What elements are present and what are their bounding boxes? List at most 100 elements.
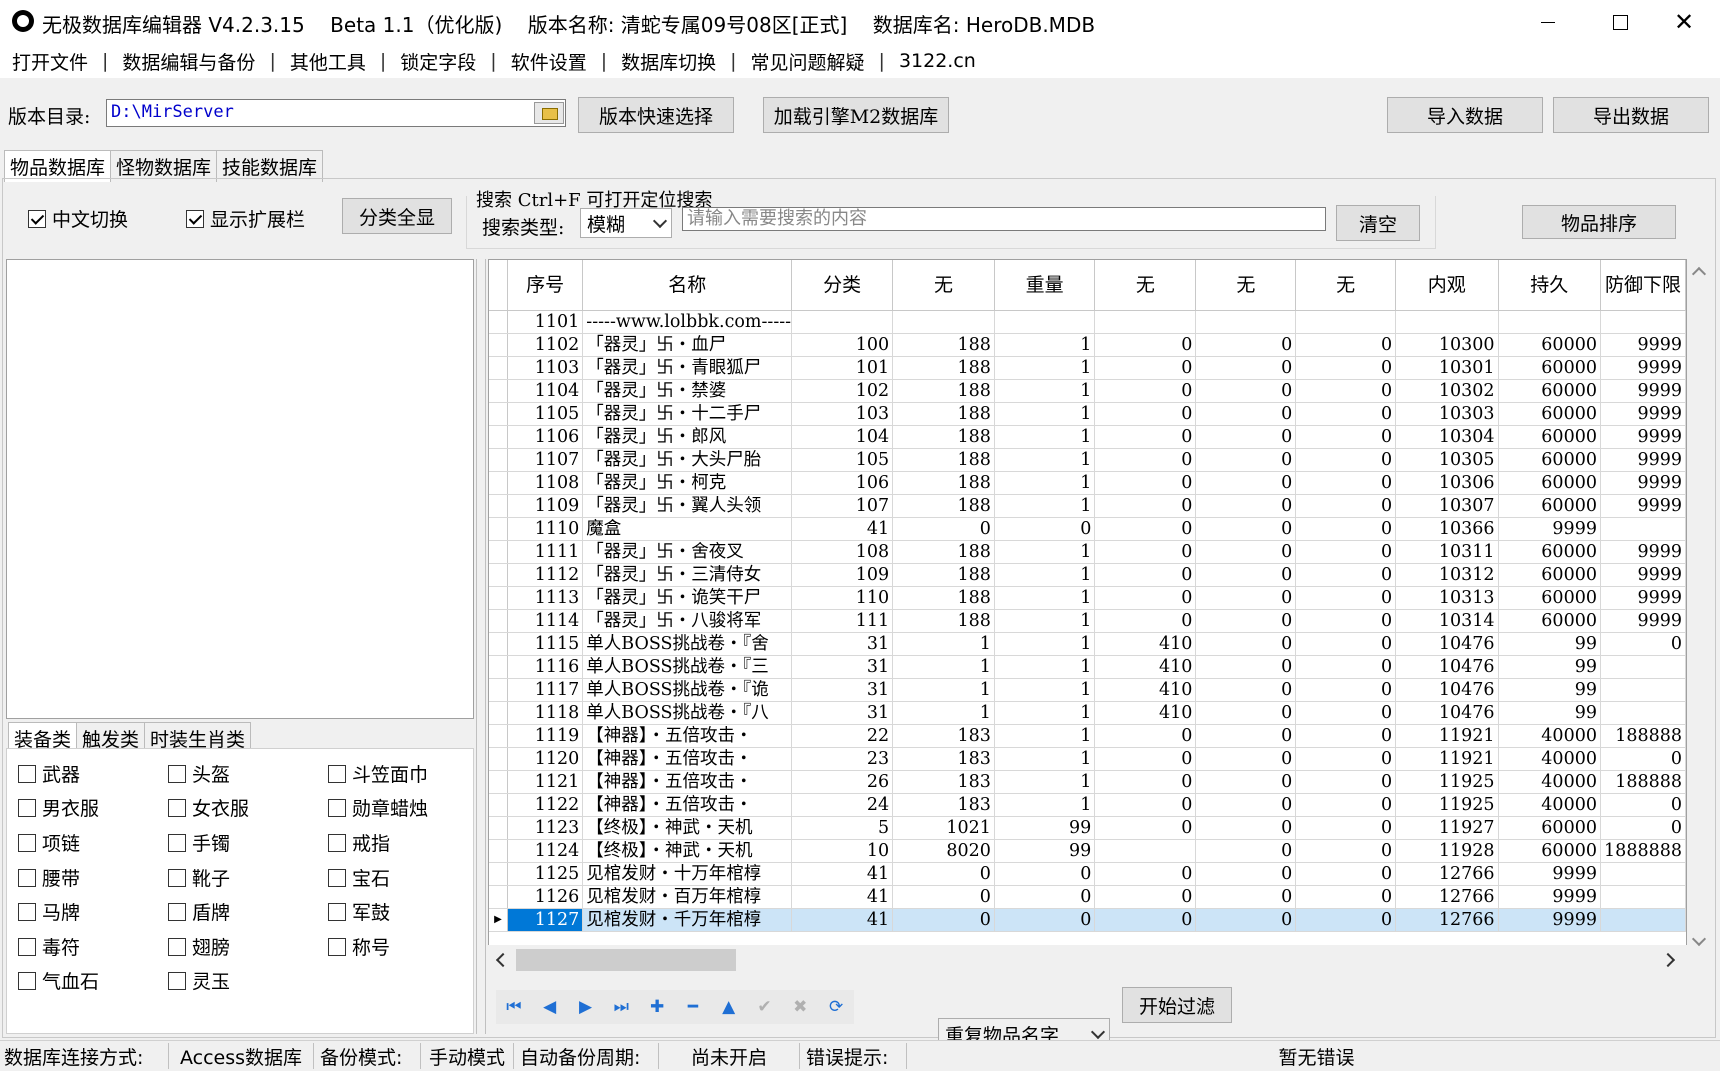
table-cell[interactable]: 1106 bbox=[507, 425, 584, 449]
dir-input[interactable]: D:\MirServer bbox=[106, 99, 566, 127]
table-cell[interactable]: 0 bbox=[1295, 540, 1397, 564]
search-input[interactable]: 请输入需要搜索的内容 bbox=[682, 207, 1326, 231]
table-cell[interactable]: 107 bbox=[791, 494, 894, 518]
table-cell[interactable]: 11921 bbox=[1395, 724, 1499, 748]
table-cell[interactable]: 9999 bbox=[1600, 609, 1686, 633]
table-cell[interactable]: 0 bbox=[994, 885, 1096, 909]
table-cell[interactable]: 1109 bbox=[507, 494, 584, 518]
table-cell[interactable]: 60000 bbox=[1498, 402, 1601, 426]
table-cell[interactable]: 0 bbox=[1195, 770, 1297, 794]
table-cell[interactable]: 0 bbox=[1195, 747, 1297, 771]
table-row[interactable]: 1124 【终极】・神武・天机 10 8020 99 0 0 11928 60000 188888… bbox=[489, 839, 1686, 863]
table-cell[interactable]: 24 bbox=[791, 793, 894, 817]
table-cell[interactable]: 0 bbox=[1295, 678, 1397, 702]
table-cell[interactable]: 10302 bbox=[1395, 379, 1499, 403]
table-cell[interactable]: 102 bbox=[791, 379, 894, 403]
table-cell[interactable]: 0 bbox=[1295, 770, 1397, 794]
table-cell[interactable]: 0 bbox=[892, 517, 995, 541]
cat-wings[interactable]: 翅膀 bbox=[168, 933, 230, 960]
table-cell[interactable]: 60000 bbox=[1498, 494, 1601, 518]
table-row[interactable]: 1121 【神器】・五倍攻击・ 26 183 1 0 0 0 11925 40000 188888 bbox=[489, 770, 1686, 794]
grid-vertical-scrollbar[interactable] bbox=[1687, 259, 1713, 962]
row-indicator[interactable] bbox=[489, 885, 508, 909]
table-cell[interactable]: 0 bbox=[1094, 402, 1197, 426]
panel-splitter[interactable] bbox=[476, 259, 486, 1034]
table-cell[interactable]: 1119 bbox=[507, 724, 584, 748]
table-cell[interactable]: 0 bbox=[1600, 816, 1686, 840]
cat-medal-candle[interactable]: 勋章蜡烛 bbox=[328, 794, 428, 821]
table-cell[interactable]: 1 bbox=[994, 793, 1096, 817]
table-cell[interactable]: 41 bbox=[791, 885, 894, 909]
table-cell[interactable]: 「器灵」卐・八骏将军 bbox=[582, 609, 793, 633]
table-cell[interactable]: 40000 bbox=[1498, 747, 1601, 771]
table-cell[interactable]: 9999 bbox=[1600, 471, 1686, 495]
table-cell[interactable]: 0 bbox=[1295, 402, 1397, 426]
row-indicator[interactable]: ▶ bbox=[489, 908, 508, 932]
row-indicator[interactable] bbox=[489, 379, 508, 403]
row-indicator[interactable] bbox=[489, 310, 508, 334]
table-cell[interactable]: 0 bbox=[1195, 356, 1297, 380]
table-cell[interactable]: 10303 bbox=[1395, 402, 1499, 426]
table-cell[interactable]: 0 bbox=[1094, 793, 1197, 817]
table-cell[interactable]: 11925 bbox=[1395, 770, 1499, 794]
table-row[interactable]: 1116 单人BOSS挑战卷・『三 31 1 1 410 0 0 10476 99 bbox=[489, 655, 1686, 679]
table-row[interactable]: 1112 「器灵」卐・三清侍女 109 188 1 0 0 0 10312 60000 9999 bbox=[489, 563, 1686, 587]
row-indicator[interactable] bbox=[489, 425, 508, 449]
table-cell[interactable]: 60000 bbox=[1498, 333, 1601, 357]
table-row[interactable]: 1118 单人BOSS挑战卷・『八 31 1 1 410 0 0 10476 99 bbox=[489, 701, 1686, 725]
table-cell[interactable]: 0 bbox=[1295, 494, 1397, 518]
column-header[interactable]: 名称 bbox=[582, 260, 793, 311]
table-cell[interactable]: 99 bbox=[1498, 632, 1601, 656]
table-cell[interactable]: 单人BOSS挑战卷・『八 bbox=[582, 701, 793, 725]
table-cell[interactable]: 110 bbox=[791, 586, 894, 610]
table-cell[interactable]: 188888 bbox=[1600, 770, 1686, 794]
table-cell[interactable]: 1888888 bbox=[1600, 839, 1686, 863]
table-row[interactable]: 1123 【终极】・神武・天机 5 1021 99 0 0 0 11927 60000 0 bbox=[489, 816, 1686, 840]
row-indicator[interactable] bbox=[489, 724, 508, 748]
cat-ring[interactable]: 戒指 bbox=[328, 829, 390, 856]
table-cell[interactable]: 1 bbox=[994, 770, 1096, 794]
table-cell[interactable]: 0 bbox=[1195, 448, 1297, 472]
table-cell[interactable]: 9999 bbox=[1600, 356, 1686, 380]
edit-record-icon[interactable]: ▲ bbox=[711, 990, 747, 1024]
table-cell[interactable]: 0 bbox=[1195, 402, 1297, 426]
table-cell[interactable]: 1 bbox=[994, 701, 1096, 725]
table-cell[interactable]: 0 bbox=[994, 862, 1096, 886]
table-cell[interactable]: 0 bbox=[1295, 655, 1397, 679]
table-cell[interactable]: 0 bbox=[1195, 908, 1297, 932]
table-cell[interactable]: 0 bbox=[1094, 724, 1197, 748]
row-indicator[interactable] bbox=[489, 586, 508, 610]
column-header[interactable]: 重量 bbox=[994, 260, 1096, 311]
table-row[interactable]: 1120 【神器】・五倍攻击・ 23 183 1 0 0 0 11921 40000 0 bbox=[489, 747, 1686, 771]
table-cell[interactable]: 99 bbox=[994, 839, 1096, 863]
table-cell[interactable]: 9999 bbox=[1600, 563, 1686, 587]
table-cell[interactable]: 1 bbox=[994, 747, 1096, 771]
table-cell[interactable] bbox=[1600, 655, 1686, 679]
table-cell[interactable]: 183 bbox=[892, 747, 995, 771]
table-cell[interactable]: 单人BOSS挑战卷・『诡 bbox=[582, 678, 793, 702]
table-cell[interactable] bbox=[1094, 310, 1197, 334]
table-cell[interactable]: 12766 bbox=[1395, 885, 1499, 909]
table-cell[interactable]: 60000 bbox=[1498, 563, 1601, 587]
table-cell[interactable]: 12766 bbox=[1395, 908, 1499, 932]
cat-gem[interactable]: 宝石 bbox=[328, 864, 390, 891]
table-cell[interactable]: 1117 bbox=[507, 678, 584, 702]
table-cell[interactable]: 31 bbox=[791, 655, 894, 679]
table-cell[interactable]: 0 bbox=[994, 908, 1096, 932]
table-cell[interactable]: 【神器】・五倍攻击・ bbox=[582, 747, 793, 771]
close-button[interactable]: ✕ bbox=[1648, 0, 1720, 44]
cat-female-clothes[interactable]: 女衣服 bbox=[168, 794, 249, 821]
table-row[interactable]: 1101 -----www.lolbbk.com----- bbox=[489, 310, 1686, 334]
table-cell[interactable]: 9999 bbox=[1600, 540, 1686, 564]
maximize-button[interactable] bbox=[1584, 0, 1656, 44]
table-cell[interactable]: 101 bbox=[791, 356, 894, 380]
table-cell[interactable]: 10306 bbox=[1395, 471, 1499, 495]
table-cell[interactable]: 1118 bbox=[507, 701, 584, 725]
table-cell[interactable]: 1 bbox=[994, 655, 1096, 679]
table-cell[interactable]: 0 bbox=[1600, 793, 1686, 817]
table-cell[interactable]: 0 bbox=[1295, 862, 1397, 886]
table-cell[interactable]: 1110 bbox=[507, 517, 584, 541]
row-indicator[interactable] bbox=[489, 517, 508, 541]
table-cell[interactable]: 11921 bbox=[1395, 747, 1499, 771]
horizontal-scroll-thumb[interactable] bbox=[516, 949, 736, 971]
